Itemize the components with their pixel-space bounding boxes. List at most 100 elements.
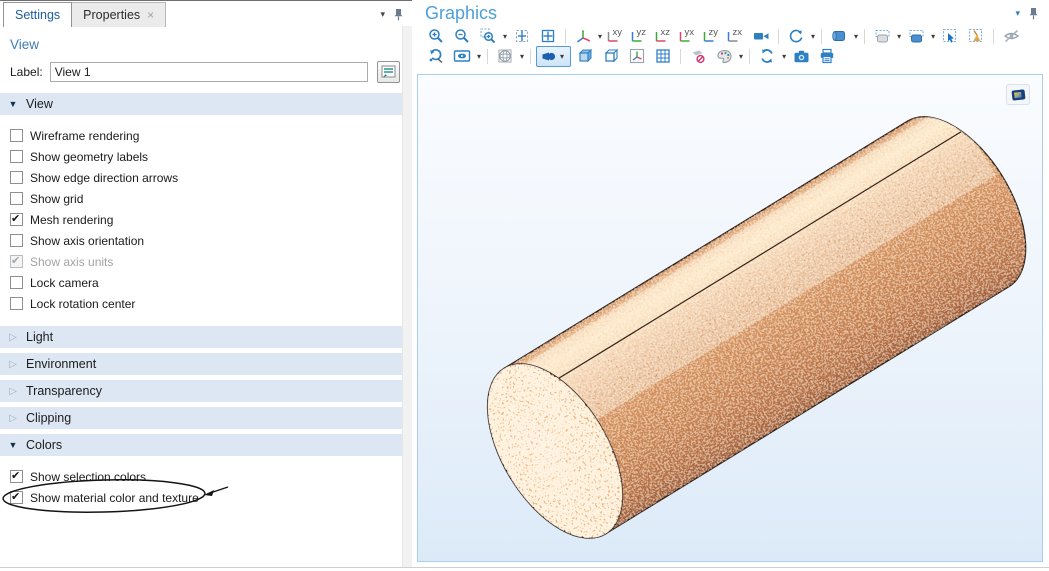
checkbox-lock-camera[interactable]: Lock camera (10, 272, 412, 293)
rotate-icon (788, 28, 804, 44)
update-scene-dropdown[interactable]: ▾ (782, 52, 786, 61)
wireframe-button[interactable] (599, 46, 623, 67)
show-grid-button[interactable] (651, 46, 675, 67)
visibility-eye-icon (453, 49, 471, 63)
disable-selection-button[interactable] (686, 46, 710, 67)
visibility-dropdown[interactable]: ▾ (477, 52, 481, 61)
deselect-box-button[interactable] (904, 26, 928, 47)
section-header-colors[interactable]: ▼ Colors (0, 434, 403, 456)
graphics-panel: Graphics ▾ (417, 0, 1049, 568)
visibility-button[interactable] (450, 46, 474, 67)
select-in-box-button[interactable] (938, 26, 962, 47)
surfaces-button[interactable] (573, 46, 597, 67)
checkbox-box[interactable] (10, 276, 23, 289)
tab-properties[interactable]: Properties × (72, 2, 166, 27)
checkbox-show-selection-colors[interactable]: Show selection colors (10, 466, 412, 487)
checkbox-show-material-color-and-texture[interactable]: Show material color and texture (10, 487, 412, 508)
section-header-view[interactable]: ▼ View (0, 93, 403, 115)
scene-cylinder-dropdown[interactable]: ▾ (854, 32, 858, 41)
go-to-default-3d-view-button[interactable] (571, 26, 595, 47)
copper-cylinder-model[interactable] (418, 75, 1042, 561)
checkbox-show-edge-direction-arrows[interactable]: Show edge direction arrows (10, 167, 412, 188)
graphics-canvas[interactable] (417, 74, 1043, 562)
deselect-box-dropdown[interactable]: ▾ (931, 32, 935, 41)
chevron-down-icon[interactable]: ▾ (380, 10, 385, 19)
section-header-transparency[interactable]: ▷ Transparency (0, 380, 403, 402)
zoom-box-dropdown[interactable]: ▾ (503, 32, 507, 41)
zoom-out-button[interactable] (450, 26, 474, 47)
checkbox-box[interactable] (10, 171, 23, 184)
palette-dropdown[interactable]: ▾ (739, 52, 743, 61)
pin-icon[interactable] (393, 8, 404, 21)
section-label: Light (26, 330, 53, 344)
checkbox-box[interactable] (10, 234, 23, 247)
checkbox-box[interactable] (10, 213, 23, 226)
vertical-scrollbar[interactable] (402, 26, 412, 568)
checkbox-box[interactable] (10, 150, 23, 163)
zoom-to-selection-icon (540, 28, 556, 44)
update-scene-button[interactable] (755, 46, 779, 67)
environment-button[interactable] (493, 46, 517, 67)
checkbox-box[interactable] (10, 297, 23, 310)
checkbox-box[interactable] (10, 129, 23, 142)
checkbox-box[interactable] (10, 491, 23, 504)
clear-selection-button[interactable] (964, 26, 988, 47)
checkbox-box[interactable] (10, 470, 23, 483)
zoom-to-selection-button[interactable] (536, 26, 560, 47)
window-bottom-edge (0, 567, 1049, 571)
scene-light-icon (541, 49, 558, 64)
tab-settings[interactable]: Settings (3, 2, 72, 27)
chevron-down-icon[interactable]: ▾ (1015, 9, 1020, 18)
zoom-extents-icon (514, 28, 530, 44)
rotate-dropdown[interactable]: ▾ (811, 32, 815, 41)
scene-light-button[interactable]: ▾ (536, 46, 571, 67)
zoom-in-button[interactable] (424, 26, 448, 47)
projection-button[interactable] (749, 26, 773, 47)
checkbox-label: Show selection colors (30, 470, 146, 484)
checkbox-box[interactable] (10, 192, 23, 205)
rename-button[interactable] (377, 61, 400, 83)
close-icon[interactable]: × (147, 3, 154, 28)
color-palette-button[interactable] (712, 46, 736, 67)
print-button[interactable] (815, 46, 839, 67)
view-zy-button[interactable]: zy (701, 27, 724, 45)
environment-dropdown[interactable]: ▾ (520, 52, 524, 61)
section-header-light[interactable]: ▷ Light (0, 326, 403, 348)
scene-light-dropdown[interactable]: ▾ (560, 52, 564, 61)
grid-icon (655, 48, 671, 64)
checkbox-show-geometry-labels[interactable]: Show geometry labels (10, 146, 412, 167)
label-input[interactable] (50, 62, 368, 82)
section-label: Clipping (26, 411, 71, 425)
view-hidden-button[interactable] (999, 26, 1023, 47)
graphics-title: Graphics (425, 3, 497, 24)
select-box-button[interactable] (870, 26, 894, 47)
zoom-box-button[interactable] (476, 26, 500, 47)
view-xy-button[interactable]: xy (605, 27, 628, 45)
select-box-dropdown[interactable]: ▾ (897, 32, 901, 41)
checkbox-show-grid[interactable]: Show grid (10, 188, 412, 209)
checkbox-mesh-rendering[interactable]: Mesh rendering (10, 209, 412, 230)
checkbox-lock-rotation-center[interactable]: Lock rotation center (10, 293, 412, 314)
label-field-caption: Label: (10, 65, 43, 79)
zoom-extents-button[interactable] (510, 26, 534, 47)
view-yz-button[interactable]: yz (629, 27, 652, 45)
checkbox-show-axis-orientation[interactable]: Show axis orientation (10, 230, 412, 251)
default-view-dropdown[interactable]: ▾ (598, 32, 602, 41)
camera-projection-icon (753, 29, 770, 43)
section-header-environment[interactable]: ▷ Environment (0, 353, 403, 375)
checkbox-wireframe-rendering[interactable]: Wireframe rendering (10, 125, 412, 146)
show-axis-button[interactable] (625, 46, 649, 67)
cylinder-icon (830, 29, 848, 43)
snapshot-button[interactable] (789, 46, 813, 67)
view-yx-button[interactable]: yx (677, 27, 700, 45)
reset-view-button[interactable] (424, 46, 448, 67)
view-zx-button[interactable]: zx (725, 27, 748, 45)
checkbox-label: Mesh rendering (30, 213, 113, 227)
scene-cylinder-button[interactable] (827, 26, 851, 47)
pin-icon[interactable] (1028, 7, 1039, 20)
canvas-corner-button[interactable] (1006, 84, 1030, 105)
rotate-button[interactable] (784, 26, 808, 47)
view-xz-button[interactable]: xz (653, 27, 676, 45)
section-header-clipping[interactable]: ▷ Clipping (0, 407, 403, 429)
palette-icon (716, 49, 733, 64)
